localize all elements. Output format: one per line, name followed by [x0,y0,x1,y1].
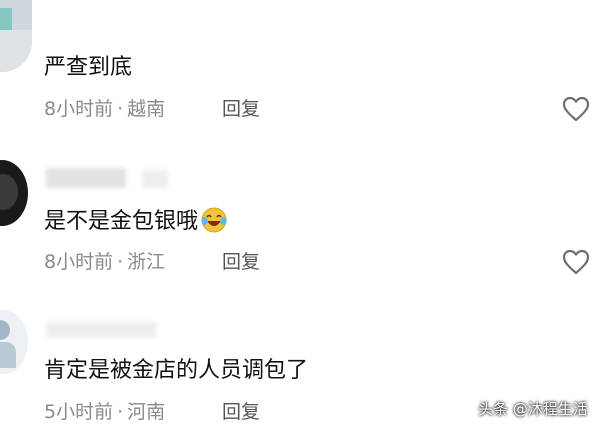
avatar[interactable] [0,160,28,226]
comment-text: 严查到底 [44,55,133,80]
comment-text: 肯定是被金店的人员调包了 [44,358,309,383]
comment-list: 严查到底 8小时前 · 越南 回复 是不是金包银哦 8小时前 · 浙江 回复 肯… [0,0,600,430]
reply-button[interactable]: 回复 [222,400,260,424]
comment-meta: 5小时前 · 河南 [44,400,165,424]
meta-separator: · [117,98,124,120]
username-blurred-extra [142,170,168,188]
comment-location: 河南 [127,401,166,423]
comment-time: 8小时前 [44,98,114,120]
avatar[interactable] [0,310,28,374]
comment-text: 是不是金包银哦 [44,206,228,235]
username-blurred [46,322,156,338]
heart-outline-icon[interactable] [562,249,590,275]
avatar[interactable] [0,0,32,72]
comment-location: 越南 [127,98,166,120]
meta-separator: · [117,401,124,423]
watermark: 头条 @沐程生活 [478,400,588,418]
username-blurred [46,168,126,188]
comment-location: 浙江 [127,251,166,273]
comment-meta: 8小时前 · 浙江 [44,250,165,274]
laughing-tears-emoji [201,207,227,233]
comment-meta: 8小时前 · 越南 [44,97,165,121]
comment-time: 5小时前 [44,401,114,423]
reply-button[interactable]: 回复 [222,97,260,121]
reply-button[interactable]: 回复 [222,250,260,274]
heart-outline-icon[interactable] [562,96,590,122]
comment-time: 8小时前 [44,251,114,273]
comment-text-content: 是不是金包银哦 [44,209,199,234]
meta-separator: · [117,251,124,273]
